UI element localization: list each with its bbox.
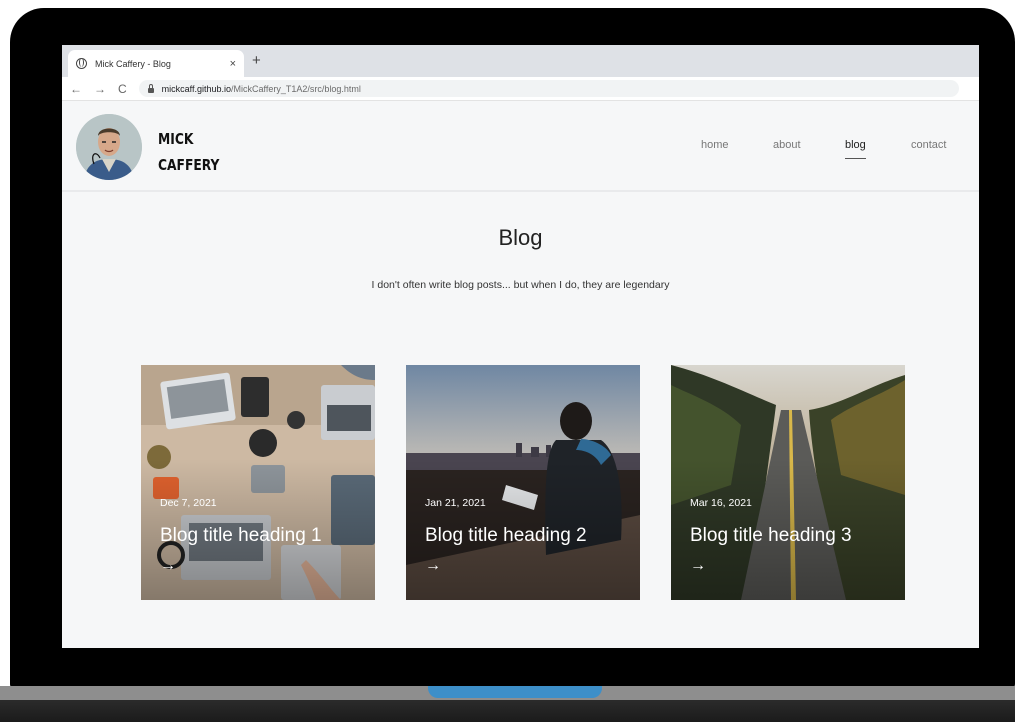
- card-date: Jan 21, 2021: [425, 497, 486, 509]
- tab-title: Mick Caffery - Blog: [95, 58, 171, 69]
- url-host: mickcaff.github.io: [161, 83, 232, 94]
- page-subtitle: I don't often write blog posts... but wh…: [371, 279, 670, 291]
- card-overlay: [671, 365, 905, 600]
- new-tab-button[interactable]: +: [252, 52, 261, 69]
- blog-card-3[interactable]: Mar 16, 2021 Blog title heading 3 →: [671, 365, 905, 600]
- card-overlay: [141, 365, 375, 600]
- blog-card-1[interactable]: Dec 7, 2021 Blog title heading 1 →: [141, 365, 375, 600]
- nav-blog[interactable]: blog: [845, 139, 866, 159]
- laptop-screen: Mick Caffery - Blog × + ← → C mickcaff.g…: [62, 45, 979, 648]
- lock-icon: [147, 83, 154, 93]
- reload-icon[interactable]: C: [118, 82, 127, 96]
- arrow-right-icon[interactable]: →: [425, 557, 441, 575]
- card-heading[interactable]: Blog title heading 2: [425, 525, 587, 547]
- site-header: MICK CAFFERY home about blog contact: [62, 102, 979, 192]
- card-date: Dec 7, 2021: [160, 497, 217, 509]
- page-title: Blog: [498, 225, 543, 250]
- main-nav: home about blog contact: [62, 139, 979, 159]
- card-heading[interactable]: Blog title heading 1: [160, 525, 322, 547]
- card-heading[interactable]: Blog title heading 3: [690, 525, 852, 547]
- card-date: Mar 16, 2021: [690, 497, 752, 509]
- nav-about[interactable]: about: [773, 139, 801, 151]
- nav-contact[interactable]: contact: [911, 139, 946, 151]
- card-overlay: [406, 365, 640, 600]
- close-tab-icon[interactable]: ×: [230, 58, 236, 70]
- url-path: /MickCaffery_T1A2/src/blog.html: [231, 83, 361, 94]
- forward-arrow-icon[interactable]: →: [94, 82, 106, 96]
- url-field[interactable]: mickcaff.github.io /MickCaffery_T1A2/src…: [138, 80, 959, 97]
- globe-icon: [76, 58, 87, 69]
- nav-home[interactable]: home: [701, 139, 729, 151]
- back-arrow-icon[interactable]: ←: [70, 82, 82, 96]
- laptop-notch: [428, 686, 602, 698]
- arrow-right-icon[interactable]: →: [160, 557, 176, 575]
- blog-card-2[interactable]: Jan 21, 2021 Blog title heading 2 →: [406, 365, 640, 600]
- browser-tab-bar: Mick Caffery - Blog × +: [62, 45, 979, 77]
- arrow-right-icon[interactable]: →: [690, 557, 706, 575]
- address-bar: ← → C mickcaff.github.io /MickCaffery_T1…: [62, 77, 979, 101]
- browser-tab[interactable]: Mick Caffery - Blog ×: [68, 50, 244, 77]
